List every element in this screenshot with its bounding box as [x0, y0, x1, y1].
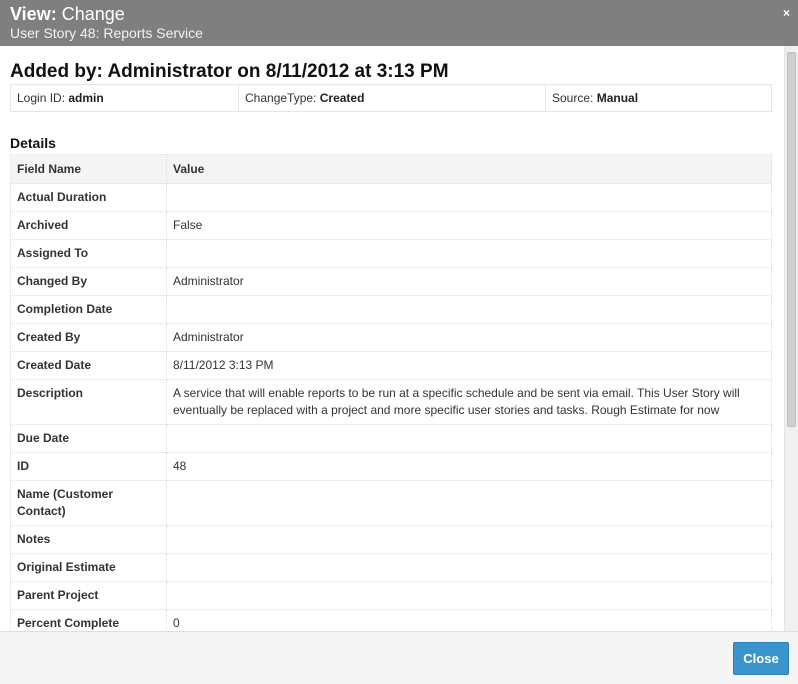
table-row: Description A service that will enable re… [10, 379, 772, 425]
table-row: Due Date [10, 424, 772, 453]
dialog-footer: Close [0, 631, 798, 684]
field-value: 0 [166, 609, 772, 631]
field-value: 8/11/2012 3:13 PM [166, 351, 772, 380]
change-info-bar: Login ID: admin ChangeType: Created Sour… [10, 84, 772, 112]
field-value [166, 183, 772, 212]
changetype-value: Created [319, 91, 365, 105]
table-row: Name (Customer Contact) [10, 480, 772, 526]
field-value [166, 553, 772, 582]
field-name: Created By [10, 323, 167, 352]
dialog-subtitle: User Story 48: Reports Service [10, 25, 203, 41]
field-name: Percent Complete [10, 609, 167, 631]
field-value [166, 424, 772, 453]
table-row: Created By Administrator [10, 323, 772, 352]
dialog-title-main: Change [61, 4, 125, 24]
field-name: Original Estimate [10, 553, 167, 582]
source-label: Source: [552, 91, 594, 105]
table-row: Archived False [10, 211, 772, 240]
table-row: ID 48 [10, 452, 772, 481]
table-row: Percent Complete 0 [10, 609, 772, 631]
table-row: Created Date 8/11/2012 3:13 PM [10, 351, 772, 380]
field-name: Archived [10, 211, 167, 240]
field-value [166, 480, 772, 526]
close-icon[interactable]: × [783, 6, 790, 20]
field-name: Description [10, 379, 167, 425]
field-name: Created Date [10, 351, 167, 380]
changetype-label: ChangeType: [245, 91, 317, 105]
dialog-title-prefix: View: [10, 4, 57, 24]
table-row: Actual Duration [10, 183, 772, 212]
field-name: Assigned To [10, 239, 167, 268]
field-value: Administrator [166, 267, 772, 296]
dialog-titlebar: View: Change User Story 48: Reports Serv… [0, 0, 798, 46]
field-name: Parent Project [10, 581, 167, 610]
added-by-heading: Added by: Administrator on 8/11/2012 at … [10, 61, 449, 82]
field-name: Name (Customer Contact) [10, 480, 167, 526]
close-button[interactable]: Close [733, 642, 789, 675]
field-name: ID [10, 452, 167, 481]
field-value [166, 295, 772, 324]
table-header-row: Field Name Value [10, 154, 772, 184]
table-row: Original Estimate [10, 553, 772, 582]
table-row: Assigned To [10, 239, 772, 268]
login-id-cell: Login ID: admin [11, 85, 239, 111]
table-row: Parent Project [10, 581, 772, 610]
vertical-scrollbar[interactable] [784, 46, 798, 631]
field-name: Actual Duration [10, 183, 167, 212]
field-value [166, 525, 772, 554]
scrollbar-thumb[interactable] [787, 52, 796, 427]
details-heading: Details [10, 135, 56, 151]
table-row: Completion Date [10, 295, 772, 324]
field-name: Due Date [10, 424, 167, 453]
table-row: Notes [10, 525, 772, 554]
field-name: Changed By [10, 267, 167, 296]
table-row: Changed By Administrator [10, 267, 772, 296]
dialog-title: View: Change [10, 4, 125, 24]
source-cell: Source: Manual [546, 85, 771, 111]
field-value [166, 239, 772, 268]
column-header-field-name: Field Name [10, 154, 167, 184]
changetype-cell: ChangeType: Created [239, 85, 546, 111]
field-value: Administrator [166, 323, 772, 352]
field-value [166, 581, 772, 610]
field-name: Notes [10, 525, 167, 554]
source-value: Manual [596, 91, 639, 105]
field-name: Completion Date [10, 295, 167, 324]
login-id-value: admin [68, 91, 104, 105]
details-table: Field Name Value Actual Duration Archive… [10, 154, 772, 631]
dialog-content[interactable]: Added by: Administrator on 8/11/2012 at … [0, 46, 784, 631]
field-value: 48 [166, 452, 772, 481]
login-id-label: Login ID: [17, 91, 66, 105]
field-value: A service that will enable reports to be… [166, 379, 772, 425]
column-header-value: Value [166, 154, 772, 184]
field-value: False [166, 211, 772, 240]
